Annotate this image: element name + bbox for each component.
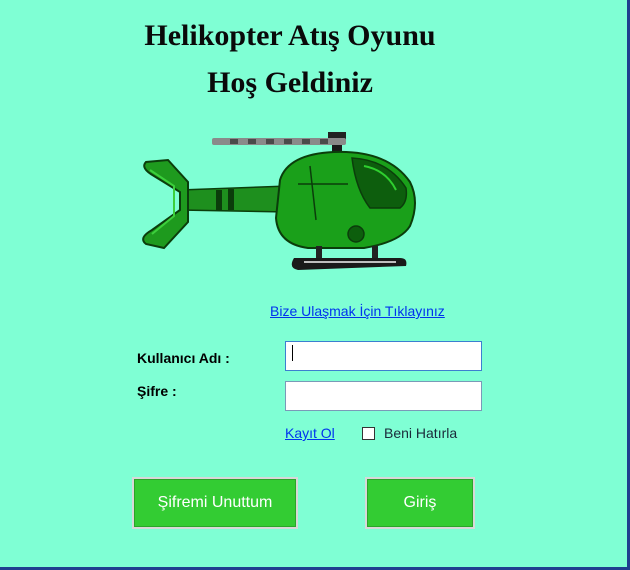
login-button[interactable]: Giriş xyxy=(365,477,475,529)
forgot-password-button[interactable]: Şifremi Unuttum xyxy=(132,477,298,529)
contact-link[interactable]: Bize Ulaşmak İçin Tıklayınız xyxy=(270,303,445,319)
remember-me-checkbox[interactable] xyxy=(362,426,375,440)
login-label: Giriş xyxy=(403,494,437,511)
forgot-password-label: Şifremi Unuttum xyxy=(157,494,273,511)
password-input[interactable] xyxy=(285,381,482,411)
register-link[interactable]: Kayıt Ol xyxy=(285,425,335,441)
welcome-title: Hoş Geldiniz xyxy=(207,66,373,99)
game-title: Helikopter Atış Oyunu xyxy=(144,19,436,52)
login-window: Helikopter Atış Oyunu Hoş Geldiniz Bize … xyxy=(0,0,630,570)
username-label: Kullanıcı Adı : xyxy=(137,350,230,366)
remember-me-option[interactable]: Beni Hatırla xyxy=(362,425,457,441)
text-cursor xyxy=(292,345,293,361)
password-label: Şifre : xyxy=(137,383,177,399)
remember-me-label: Beni Hatırla xyxy=(384,425,458,441)
helicopter-image xyxy=(142,132,416,270)
username-input[interactable] xyxy=(285,341,482,371)
